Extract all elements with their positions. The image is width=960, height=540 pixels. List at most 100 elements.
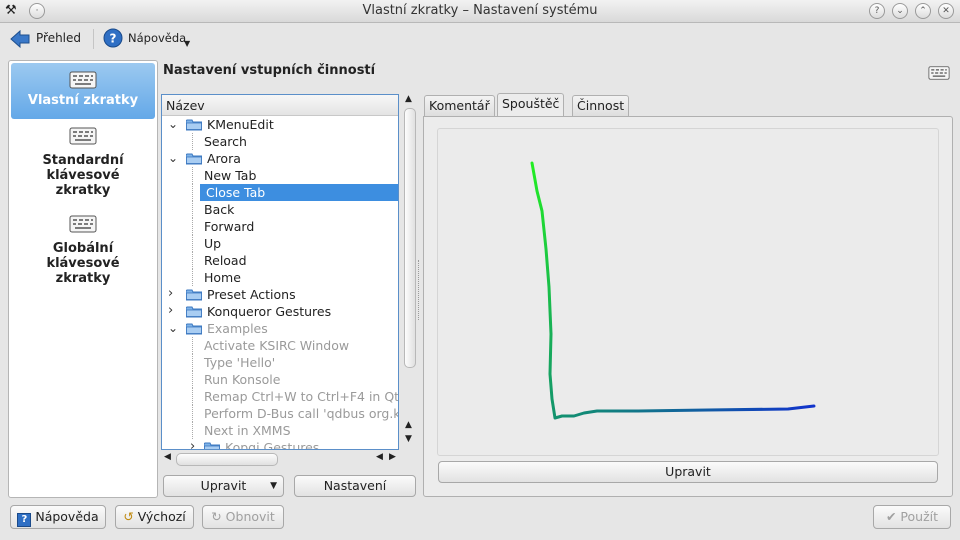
sidebar-item-label: Vlastní zkratky (27, 93, 139, 108)
chevron-right-icon[interactable]: › (168, 287, 173, 300)
tree-row-label: Back (204, 202, 235, 217)
tree-row-label: Type 'Hello' (204, 355, 276, 370)
scrollbar-thumb[interactable] (404, 108, 416, 368)
tab-trigger[interactable]: Spouštěč (497, 93, 565, 117)
overview-label: Přehled (36, 31, 82, 45)
tree-guide-line (192, 201, 201, 218)
help-menu-button[interactable]: ? Nápověda ▼ (102, 27, 194, 51)
edit-dropdown-button[interactable]: Upravit ▼ (163, 475, 284, 497)
gesture-preview (437, 128, 939, 456)
tree-guide-line (192, 405, 201, 422)
tree-row-label: Arora (207, 151, 241, 166)
tree-guide-line (192, 269, 201, 286)
column-header-name: Název (166, 98, 205, 113)
tree-row-label: Preset Actions (207, 287, 296, 302)
tree-row[interactable]: Next in XMMS (204, 422, 291, 439)
chevron-down-icon[interactable]: ▼ (405, 434, 412, 444)
chevron-down-icon[interactable]: ⌄ (168, 118, 178, 130)
tree-guide-line (192, 388, 201, 405)
tree-row[interactable]: Remap Ctrl+W to Ctrl+F4 in Qt (204, 388, 398, 405)
tree-row[interactable]: Search (204, 133, 247, 150)
tree-row[interactable]: Back (204, 201, 234, 218)
sidebar-item-custom-shortcuts[interactable]: Vlastní zkratky (11, 63, 155, 119)
tree-row[interactable]: New Tab (204, 167, 256, 184)
tree-folder-row[interactable]: Preset Actions (186, 286, 296, 303)
defaults-button[interactable]: ↺ Výchozí (115, 505, 194, 529)
tree-guide-line (192, 167, 201, 184)
chevron-down-icon: ▼ (184, 39, 191, 48)
chevron-down-icon[interactable]: ⌄ (168, 152, 178, 164)
splitter-handle[interactable] (418, 260, 421, 320)
tree-row-label: Forward (204, 219, 255, 234)
tree-row-label: Next in XMMS (204, 423, 291, 438)
tab-action[interactable]: Činnost (572, 95, 630, 116)
help-circle-icon: ? (103, 28, 123, 48)
toolbar-separator (93, 29, 94, 49)
tree-folder-row[interactable]: Arora (186, 150, 241, 167)
tree-row-label: Activate KSIRC Window (204, 338, 350, 353)
apply-button[interactable]: ✔ Použít (873, 505, 951, 529)
chevron-left-icon[interactable]: ◀ (376, 452, 383, 462)
tree-row-label: Perform D-Bus call 'qdbus org.k (204, 406, 399, 421)
tree-horizontal-scrollbar[interactable]: ◀ ◀ ▶ (162, 452, 398, 466)
folder-icon (186, 323, 202, 335)
svg-text:?: ? (110, 32, 117, 46)
tree-row[interactable]: Type 'Hello' (204, 354, 275, 371)
keyboard-icon (928, 66, 950, 80)
tree-guide-line (192, 371, 201, 388)
tree-guide-line (192, 235, 201, 252)
tree-row[interactable]: Forward (204, 218, 254, 235)
tree-row[interactable]: Run Konsole (204, 371, 280, 388)
back-arrow-icon (10, 30, 30, 48)
sidebar-item-label: Standardní klávesové zkratky (42, 153, 124, 198)
chevron-down-icon[interactable]: ⌄ (168, 322, 178, 334)
chevron-up-icon[interactable]: ▲ (405, 94, 412, 104)
sidebar-item-standard-shortcuts[interactable]: Standardní klávesové zkratky (11, 127, 155, 205)
tree-header[interactable]: Název (162, 95, 398, 116)
tree-row-label: Kopgi Gestures (225, 440, 320, 450)
help-button[interactable]: ? Nápověda (10, 505, 106, 529)
tree-folder-row[interactable]: KMenuEdit (186, 116, 274, 133)
help-label: Nápověda (128, 31, 187, 45)
minimize-icon[interactable]: ⌄ (892, 3, 908, 19)
tree-row[interactable]: Activate KSIRC Window (204, 337, 349, 354)
tree-row[interactable]: Home (204, 269, 241, 286)
tab-comment[interactable]: Komentář (424, 95, 495, 116)
folder-icon (186, 289, 202, 301)
tree-row[interactable]: Perform D-Bus call 'qdbus org.k (204, 405, 399, 422)
tree-folder-row[interactable]: Konqueror Gestures (186, 303, 331, 320)
tree-vertical-scrollbar[interactable]: ▲ ▲ ▼ (402, 94, 416, 448)
tree-row[interactable]: Up (204, 235, 221, 252)
maximize-icon[interactable]: ⌃ (915, 3, 931, 19)
chevron-left-icon[interactable]: ◀ (164, 452, 171, 462)
chevron-right-icon[interactable]: ▶ (389, 452, 396, 462)
title-bar[interactable]: ⚒ · Vlastní zkratky – Nastavení systému … (0, 0, 960, 23)
scrollbar-thumb[interactable] (176, 453, 278, 466)
help-icon[interactable]: ? (869, 3, 885, 19)
reset-button[interactable]: ↻ Obnovit (202, 505, 284, 529)
folder-icon (186, 153, 202, 165)
keyboard-icon (69, 215, 97, 233)
tree-row-label: Search (204, 134, 247, 149)
tree-row[interactable]: Reload (204, 252, 247, 269)
reset-icon: ↻ (211, 509, 222, 524)
tree-folder-row[interactable]: Kopgi Gestures (204, 439, 320, 450)
close-icon[interactable]: ✕ (938, 3, 954, 19)
tree-guide-line (192, 422, 201, 439)
settings-button[interactable]: Nastavení (294, 475, 416, 497)
help-button-label: Nápověda (35, 509, 99, 524)
chevron-down-icon: ▼ (270, 481, 277, 491)
tree-row-label: Run Konsole (204, 372, 281, 387)
chevron-up-icon[interactable]: ▲ (405, 420, 412, 430)
tree-folder-row[interactable]: Examples (186, 320, 268, 337)
tree-row-label: Konqueror Gestures (207, 304, 332, 319)
action-tree[interactable]: Název KMenuEdit ⌄ Search Arora ⌄ New Tab Close… (161, 94, 399, 450)
category-list: Vlastní zkratky Standardní klávesové zkr… (8, 60, 158, 498)
tree-row[interactable]: Close Tab (200, 184, 398, 201)
help-book-icon: ? (17, 513, 32, 527)
sidebar-item-global-shortcuts[interactable]: Globální klávesové zkratky (11, 215, 155, 293)
edit-gesture-button[interactable]: Upravit (438, 461, 938, 483)
chevron-right-icon[interactable]: › (190, 440, 195, 449)
chevron-right-icon[interactable]: › (168, 304, 173, 317)
tree-row-label: Reload (204, 253, 247, 268)
